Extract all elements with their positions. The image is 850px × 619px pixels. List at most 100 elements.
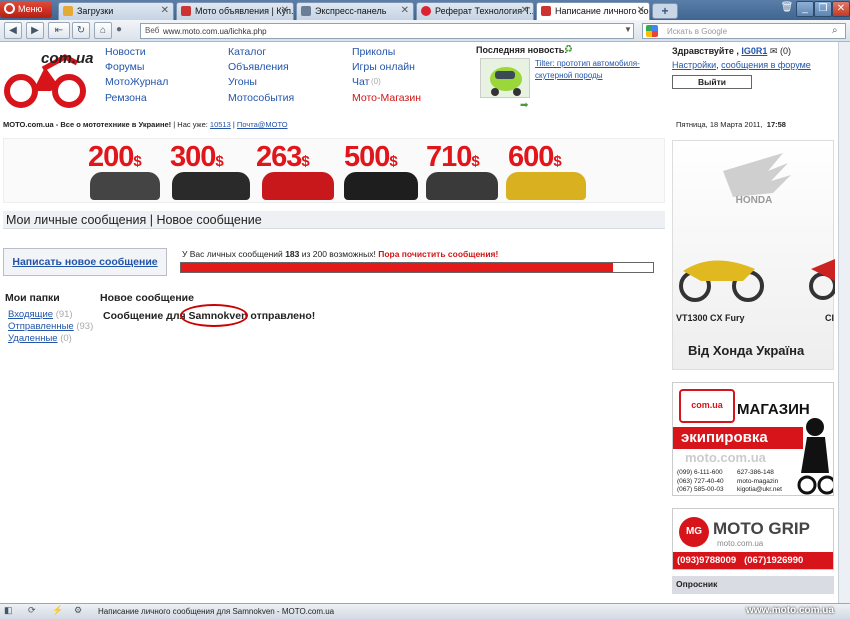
settings-icon[interactable]: ⚙ — [74, 605, 82, 616]
nav-classifieds[interactable]: Объявления — [228, 61, 289, 73]
moto-logo-icon: com.ua — [4, 50, 94, 108]
site-logo[interactable]: com.ua — [3, 47, 95, 109]
back-button[interactable]: ◀ — [4, 22, 22, 39]
honda-slogan: Від Хонда Україна — [688, 343, 805, 358]
tab-downloads[interactable]: Загрузки ✕ — [58, 2, 174, 20]
moto-grip-site: moto.com.ua — [717, 539, 764, 548]
banner-price: 500$ — [344, 141, 398, 173]
banner-price: 263$ — [256, 141, 310, 173]
forum-messages-link[interactable]: сообщения в форуме — [721, 60, 811, 70]
folder-deleted-link[interactable]: Удаленные — [8, 333, 58, 344]
users-count-link[interactable]: 10513 — [210, 120, 231, 129]
settings-link[interactable]: Настройки — [672, 60, 716, 70]
tilter-car-icon — [490, 67, 522, 96]
moto-grip-ad[interactable]: MG MOTO GRIP moto.com.ua (093)9788009 (0… — [672, 508, 834, 570]
honda-model: VT1300 CX Fury — [676, 313, 745, 323]
panel-toggle-icon[interactable]: ◧ — [4, 605, 13, 616]
trash-icon[interactable]: 🗑 — [778, 1, 796, 17]
tab-speed-dial[interactable]: Экспресс-панель ✕ — [296, 2, 414, 20]
news-thumbnail[interactable] — [480, 58, 530, 98]
tab-moto-ads[interactable]: Мото объявления | Куп... ✕ — [176, 2, 294, 20]
opera-menu-button[interactable]: Меню — [0, 1, 52, 18]
nav-games[interactable]: Игры онлайн — [352, 61, 415, 73]
moto-grip-phones: (093)9788009 (067)1926990 — [673, 552, 833, 569]
red-hand-drawn-circle — [180, 304, 248, 327]
moto-favicon-icon — [181, 6, 191, 16]
folders-title: Мои папки — [5, 292, 60, 304]
price-banner[interactable]: 200$ 300$ 263$ 500$ 710$ 600$ — [3, 138, 665, 203]
minimize-button[interactable]: _ — [796, 1, 814, 17]
latest-news-link[interactable]: Tilter: прототип автомобиля-скутерной по… — [535, 58, 645, 82]
watermark: www.moto.com.ua — [746, 605, 834, 616]
banner-price: 710$ — [426, 141, 480, 173]
mail-count: (0) — [779, 46, 791, 56]
honda-brand: HONDA — [736, 195, 773, 206]
greeting: Здравствуйте , IG0R1 ✉ (0) — [672, 46, 791, 56]
banner-price: 600$ — [508, 141, 562, 173]
search-icon[interactable]: ⌕ — [832, 25, 838, 36]
moto-favicon-icon — [541, 6, 551, 16]
shop-subtitle: экипировка — [673, 427, 803, 449]
sync-icon[interactable]: ⟳ — [28, 605, 36, 616]
reload-button[interactable]: ↻ — [72, 22, 90, 39]
write-new-message-button[interactable]: Написать новое сообщение — [3, 248, 167, 276]
message-count: У Вас личных сообщений 183 из 200 возмож… — [182, 249, 499, 259]
vertical-scrollbar[interactable] — [838, 42, 850, 603]
moto-mail-link[interactable]: Почта@МОТО — [237, 120, 288, 129]
tab-new-message[interactable]: Написание личного соо...✕ — [536, 2, 650, 20]
search-input[interactable]: Искать в Google — [642, 23, 846, 39]
forward-button[interactable]: ▶ — [26, 22, 44, 39]
folder-inbox: Входящие (91) — [8, 309, 73, 320]
honda-wing-icon — [723, 153, 791, 197]
moto-shop-ad[interactable]: com.ua МАГАЗИН экипировка moto.com.ua (0… — [672, 382, 834, 496]
nav-forums[interactable]: Форумы — [105, 61, 144, 73]
folder-deleted: Удаленные (0) — [8, 333, 72, 344]
arrow-right-icon[interactable]: ➡ — [520, 100, 528, 111]
recycle-icon: ♻ — [564, 44, 573, 55]
nav-jokes[interactable]: Приколы — [352, 46, 395, 58]
new-tab-button[interactable]: + — [652, 3, 678, 19]
rewind-button[interactable]: ⇤ — [48, 22, 70, 39]
mail-icon[interactable]: ✉ — [770, 46, 778, 56]
tab-close-icon[interactable]: ✕ — [161, 5, 169, 16]
folder-sent-link[interactable]: Отправленные — [8, 321, 74, 332]
mg-badge: MG — [679, 517, 709, 547]
home-button[interactable]: ⌂ — [94, 22, 112, 39]
banner-price: 300$ — [170, 141, 224, 173]
username-link[interactable]: IG0R1 — [741, 46, 767, 56]
motorcycle-image — [262, 172, 334, 200]
logout-button[interactable]: Выйти — [672, 75, 752, 89]
new-message-title: Новое сообщение — [100, 292, 194, 304]
nav-motoevents[interactable]: Мотособытия — [228, 92, 294, 104]
address-bar[interactable]: Веб www.moto.com.ua/lichka.php — [140, 23, 634, 39]
rider-silhouette-icon — [797, 418, 833, 495]
maximize-button[interactable]: ❐ — [814, 1, 832, 17]
honda-ad-graphic: HONDA — [679, 153, 837, 302]
honda-ad[interactable]: HONDA VT1300 CX Fury CI Від Хонда Україн… — [672, 140, 837, 370]
turbo-icon[interactable]: ⚡ — [52, 605, 63, 616]
referat-favicon-icon — [421, 6, 431, 16]
tab-close-icon[interactable]: ✕ — [401, 5, 409, 16]
nav-catalog[interactable]: Каталог — [228, 46, 266, 58]
nav-news[interactable]: Новости — [105, 46, 146, 58]
nav-remzona[interactable]: Ремзона — [105, 92, 147, 104]
nav-chat[interactable]: Чат — [352, 76, 369, 88]
address-dropdown-icon[interactable]: ▼ — [624, 25, 632, 34]
nav-thefts[interactable]: Угоны — [228, 76, 257, 88]
motorcycle-image — [90, 172, 160, 200]
tab-close-icon[interactable]: ✕ — [521, 5, 529, 16]
banner-price: 200$ — [88, 141, 142, 173]
tab-close-icon[interactable]: ✕ — [637, 5, 645, 16]
nav-moto-shop[interactable]: Мото-Магазин — [352, 92, 421, 104]
message-quota-fill — [181, 263, 613, 272]
globe-icon: ● — [116, 24, 123, 35]
tab-close-icon[interactable]: ✕ — [281, 5, 289, 16]
shop-phones: (099) 6-111-600 (063) 727-40-40 (067) 585-… — [677, 469, 724, 493]
tab-referat[interactable]: Реферат Технология Т... ✕ — [416, 2, 534, 20]
shop-site: moto.com.ua — [685, 450, 766, 465]
close-window-button[interactable]: ✕ — [832, 1, 850, 17]
folder-sent: Отправленные (93) — [8, 321, 94, 332]
nav-motojournal[interactable]: МотоЖурнал — [105, 76, 168, 88]
folder-inbox-link[interactable]: Входящие — [8, 309, 53, 320]
motorcycle-image — [344, 172, 418, 200]
